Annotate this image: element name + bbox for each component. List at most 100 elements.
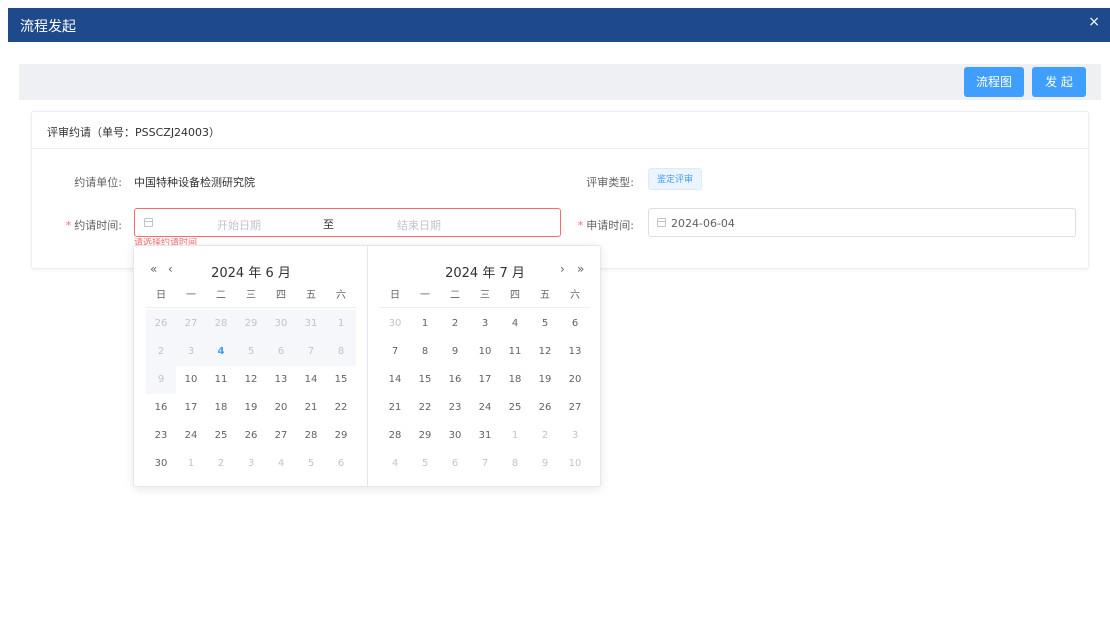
date-cell[interactable]: 14	[296, 366, 326, 394]
date-cell[interactable]: 21	[380, 394, 410, 422]
date-cell[interactable]: 10	[560, 450, 590, 478]
close-icon[interactable]: ×	[1088, 14, 1100, 30]
date-cell-today[interactable]: 4	[206, 338, 236, 366]
date-cell[interactable]: 20	[266, 394, 296, 422]
date-cell[interactable]: 30	[146, 450, 176, 478]
date-cell[interactable]: 10	[470, 338, 500, 366]
date-cell[interactable]: 21	[296, 394, 326, 422]
date-cell[interactable]: 14	[380, 366, 410, 394]
date-cell[interactable]: 10	[176, 366, 206, 394]
date-cell[interactable]: 23	[440, 394, 470, 422]
date-cell[interactable]: 28	[380, 422, 410, 450]
date-cell: 29	[236, 310, 266, 338]
date-cell[interactable]: 18	[500, 366, 530, 394]
date-cell[interactable]: 5	[296, 450, 326, 478]
date-cell[interactable]: 15	[410, 366, 440, 394]
dialog-titlebar: 流程发起 ×	[8, 8, 1110, 42]
weekday-label: 四	[276, 290, 286, 301]
date-cell[interactable]: 2	[440, 310, 470, 338]
date-cell[interactable]: 11	[206, 366, 236, 394]
date-cell[interactable]: 24	[470, 394, 500, 422]
date-cell[interactable]: 16	[440, 366, 470, 394]
date-cell[interactable]: 30	[440, 422, 470, 450]
weekday-label: 三	[480, 290, 490, 301]
required-mark: *	[577, 219, 584, 232]
date-cell[interactable]: 26	[530, 394, 560, 422]
date-cell[interactable]: 3	[236, 450, 266, 478]
date-cell[interactable]: 9	[530, 450, 560, 478]
date-cell[interactable]: 25	[206, 422, 236, 450]
date-row: 16 17 18 19 20 21 22	[146, 394, 356, 422]
date-cell[interactable]: 22	[410, 394, 440, 422]
date-cell[interactable]: 9	[440, 338, 470, 366]
date-cell[interactable]: 27	[560, 394, 590, 422]
date-cell[interactable]: 12	[236, 366, 266, 394]
date-cell[interactable]: 13	[266, 366, 296, 394]
date-cell[interactable]: 29	[326, 422, 356, 450]
unit-label: 约请单位:	[74, 176, 122, 189]
next-year-icon[interactable]: »	[577, 262, 584, 276]
date-cell[interactable]: 28	[296, 422, 326, 450]
weekday-label: 六	[570, 290, 580, 301]
date-cell[interactable]: 3	[560, 422, 590, 450]
date-cell[interactable]: 8	[410, 338, 440, 366]
date-cell[interactable]: 7	[380, 338, 410, 366]
date-cell[interactable]: 6	[326, 450, 356, 478]
date-cell[interactable]: 30	[380, 310, 410, 338]
picker-panel-left: « ‹ 2024 年 6 月 日一二三四五六 26 27 28 29 30 31 1 2 3 4 5 6…	[134, 246, 368, 486]
date-row: 7 8 9 10 11 12 13	[380, 338, 590, 366]
date-cell[interactable]: 24	[176, 422, 206, 450]
toolbar: 流程图 发 起	[19, 64, 1101, 100]
date-cell[interactable]: 1	[410, 310, 440, 338]
date-cell[interactable]: 5	[410, 450, 440, 478]
date-cell[interactable]: 27	[266, 422, 296, 450]
required-mark: *	[65, 219, 72, 232]
date-cell[interactable]: 4	[500, 310, 530, 338]
next-month-icon[interactable]: ›	[560, 262, 565, 276]
weekday-label: 一	[420, 290, 430, 301]
date-cell[interactable]: 7	[470, 450, 500, 478]
date-cell[interactable]: 17	[470, 366, 500, 394]
date-row: 14 15 16 17 18 19 20	[380, 366, 590, 394]
date-cell[interactable]: 11	[500, 338, 530, 366]
date-cell[interactable]: 31	[470, 422, 500, 450]
date-cell[interactable]: 20	[560, 366, 590, 394]
apply-date-input[interactable]: 2024-06-04	[648, 208, 1076, 237]
date-cell[interactable]: 18	[206, 394, 236, 422]
review-type-tag: 鉴定评审	[648, 168, 703, 190]
date-cell[interactable]: 6	[560, 310, 590, 338]
date-cell[interactable]: 12	[530, 338, 560, 366]
date-cell: 26	[146, 310, 176, 338]
date-cell[interactable]: 19	[236, 394, 266, 422]
date-cell[interactable]: 13	[560, 338, 590, 366]
date-cell[interactable]: 19	[530, 366, 560, 394]
flow-chart-button[interactable]: 流程图	[964, 67, 1024, 97]
date-cell[interactable]: 4	[266, 450, 296, 478]
start-button[interactable]: 发 起	[1032, 67, 1086, 97]
date-cell[interactable]: 25	[500, 394, 530, 422]
date-cell: 3	[176, 338, 206, 366]
date-cell[interactable]: 16	[146, 394, 176, 422]
date-cell[interactable]: 26	[236, 422, 266, 450]
date-cell[interactable]: 23	[146, 422, 176, 450]
date-cell: 31	[296, 310, 326, 338]
date-cell[interactable]: 3	[470, 310, 500, 338]
date-cell[interactable]: 4	[380, 450, 410, 478]
date-cell: 7	[296, 338, 326, 366]
calendar-icon	[657, 218, 666, 227]
date-cell[interactable]: 8	[500, 450, 530, 478]
date-cell[interactable]: 5	[530, 310, 560, 338]
date-cell[interactable]: 1	[176, 450, 206, 478]
date-cell[interactable]: 22	[326, 394, 356, 422]
date-cell[interactable]: 15	[326, 366, 356, 394]
date-cell[interactable]: 6	[440, 450, 470, 478]
start-date-input[interactable]: 开始日期	[217, 217, 261, 233]
date-range-input[interactable]: 开始日期 至 结束日期	[134, 208, 561, 237]
end-date-input[interactable]: 结束日期	[397, 217, 441, 233]
date-cell[interactable]: 29	[410, 422, 440, 450]
date-cell[interactable]: 17	[176, 394, 206, 422]
date-cell[interactable]: 2	[206, 450, 236, 478]
date-cell[interactable]: 1	[500, 422, 530, 450]
date-cell: 8	[326, 338, 356, 366]
date-cell[interactable]: 2	[530, 422, 560, 450]
